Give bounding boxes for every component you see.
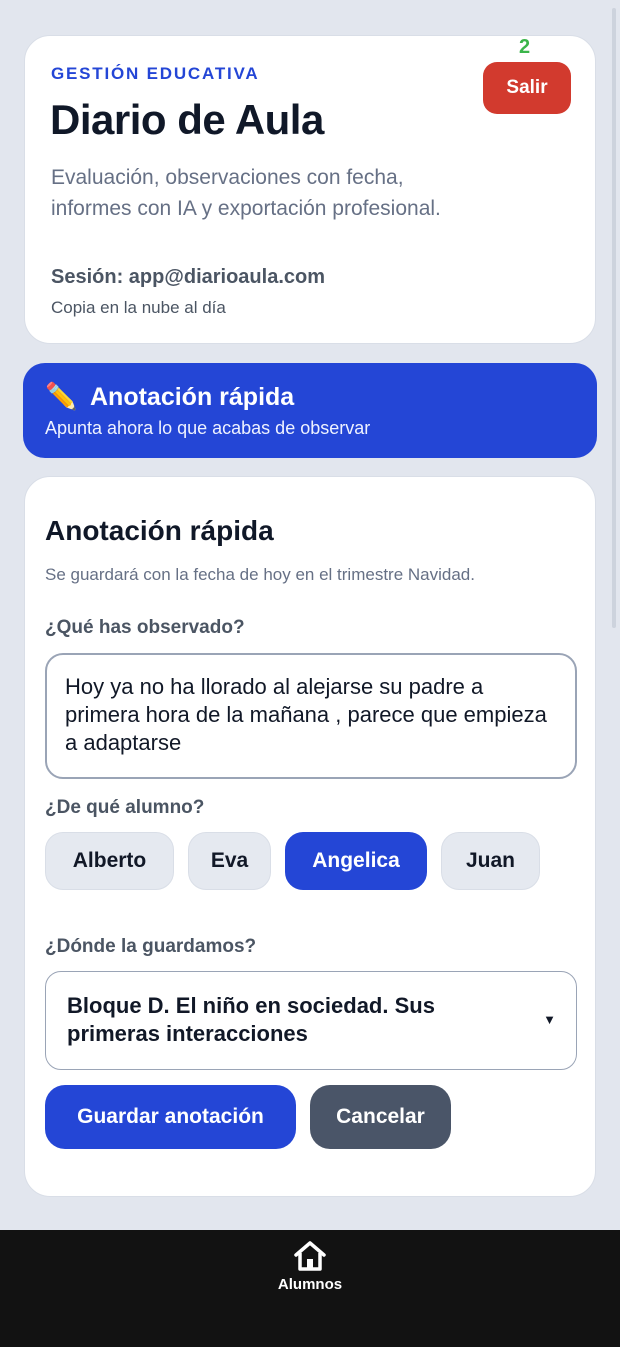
header-card: GESTIÓN EDUCATIVA Diario de Aula Evaluac…	[24, 35, 596, 344]
location-selected-value: Bloque D. El niño en sociedad. Sus prime…	[67, 993, 435, 1046]
home-icon	[294, 1241, 326, 1271]
logout-button[interactable]: Salir	[483, 62, 571, 114]
bottom-nav: Alumnos	[0, 1230, 620, 1347]
banner-subtitle: Apunta ahora lo que acabas de observar	[45, 418, 371, 438]
student-chip-alberto[interactable]: Alberto	[45, 832, 174, 890]
scrollbar[interactable]	[612, 8, 616, 628]
student-chip-eva[interactable]: Eva	[188, 832, 271, 890]
banner-title: Anotación rápida	[90, 383, 295, 411]
save-note-button[interactable]: Guardar anotación	[45, 1085, 296, 1149]
location-select[interactable]: Bloque D. El niño en sociedad. Sus prime…	[45, 971, 577, 1070]
cancel-button[interactable]: Cancelar	[310, 1085, 451, 1149]
sync-status: Copia en la nube al día	[51, 298, 226, 317]
nav-item-alumnos[interactable]: Alumnos	[262, 1240, 358, 1300]
quick-note-banner[interactable]: ✏️ Anotación rápida Apunta ahora lo que …	[23, 363, 597, 458]
pencil-icon: ✏️	[45, 381, 78, 411]
nav-label-alumnos: Alumnos	[277, 1276, 343, 1293]
student-chip-angelica[interactable]: Angelica	[285, 832, 427, 890]
quick-note-form: Anotación rápida Se guardará con la fech…	[24, 476, 596, 1197]
app-eyebrow: GESTIÓN EDUCATIVA	[51, 64, 260, 83]
student-label: ¿De qué alumno?	[45, 797, 205, 818]
location-label: ¿Dónde la guardamos?	[45, 936, 257, 957]
app-description: Evaluación, observaciones con fecha, inf…	[51, 166, 441, 220]
student-chip-juan[interactable]: Juan	[441, 832, 540, 890]
observation-label: ¿Qué has observado?	[45, 617, 245, 638]
dropdown-arrow-icon: ▼	[543, 1012, 556, 1027]
form-title: Anotación rápida	[45, 515, 274, 546]
form-subtitle: Se guardará con la fecha de hoy en el tr…	[45, 565, 475, 584]
app-title: Diario de Aula	[50, 96, 324, 143]
notification-badge: 2	[519, 36, 531, 58]
session-info: Sesión: app@diarioaula.com	[51, 266, 326, 288]
observation-textarea[interactable]: Hoy ya no ha llorado al alejarse su padr…	[45, 653, 577, 779]
